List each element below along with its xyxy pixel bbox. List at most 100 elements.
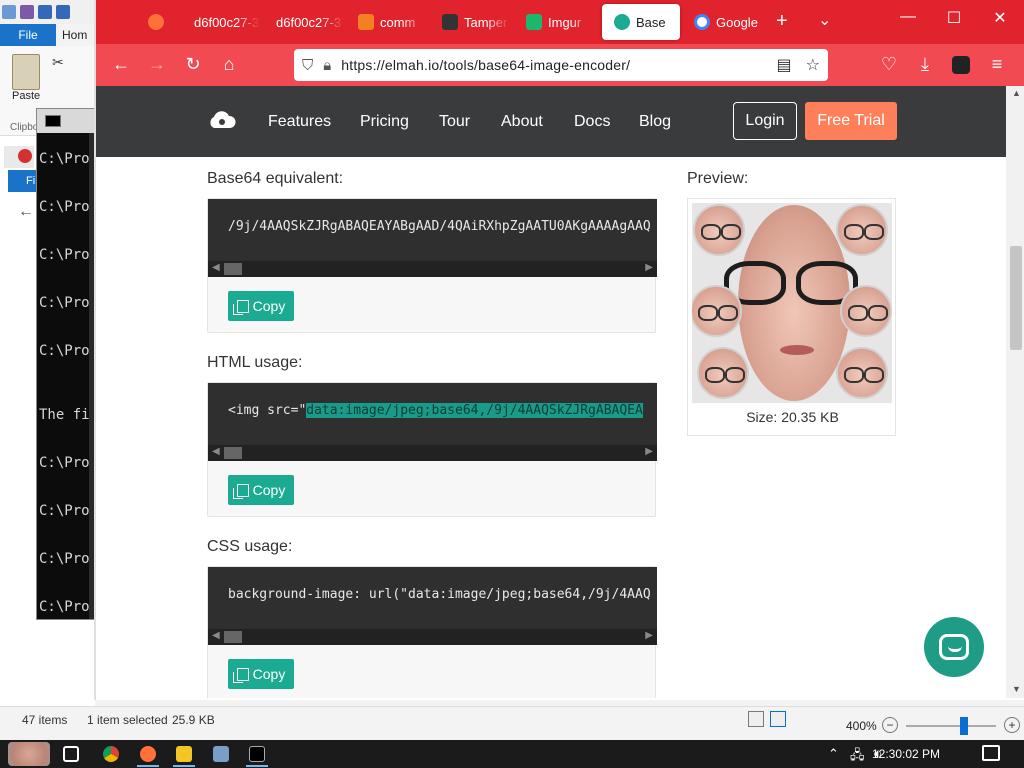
horizontal-scrollbar[interactable]: ◀ ▶ bbox=[208, 629, 657, 645]
elmah-logo-icon[interactable] bbox=[206, 108, 236, 132]
copy-html-button[interactable]: Copy bbox=[228, 475, 294, 505]
clipboard-group-label: Clipbo bbox=[10, 122, 39, 133]
ribbon-file-tab[interactable]: File bbox=[0, 24, 56, 46]
html-usage-card: <img src="data:image/jpeg;base64,/9j/4AA… bbox=[207, 382, 657, 517]
bookmark-star-icon[interactable]: ☆ bbox=[806, 55, 820, 75]
scroll-left-icon[interactable]: ◀ bbox=[212, 630, 220, 641]
scroll-up-icon[interactable]: ▲ bbox=[1012, 88, 1021, 98]
tab-firefox[interactable] bbox=[136, 4, 174, 40]
selected-text[interactable]: data:image/jpeg;base64,/9j/4AAQSkZJRgABA… bbox=[306, 403, 643, 418]
zoom-slider-thumb[interactable] bbox=[960, 717, 968, 735]
chrome-icon[interactable] bbox=[100, 744, 122, 764]
taskbar: ⌃ 🖧︎ 🔉︎ 12:30:02 PM bbox=[0, 740, 1024, 768]
url-bar[interactable]: ⛉ 🔒︎ https://elmah.io/tools/base64-image… bbox=[294, 49, 828, 81]
reload-icon[interactable]: ↻ bbox=[182, 54, 204, 75]
properties-icon[interactable] bbox=[2, 5, 16, 19]
menu-icon[interactable]: ≡ bbox=[986, 54, 1008, 75]
nav-docs[interactable]: Docs bbox=[574, 113, 610, 131]
scroll-right-icon[interactable]: ▶ bbox=[645, 446, 653, 457]
chat-widget-button[interactable] bbox=[924, 617, 984, 677]
free-trial-button[interactable]: Free Trial bbox=[805, 102, 897, 140]
close-window-icon[interactable]: ✕ bbox=[988, 8, 1012, 28]
firefox-icon[interactable] bbox=[137, 744, 159, 764]
login-button[interactable]: Login bbox=[733, 102, 797, 140]
notification-icon[interactable] bbox=[982, 745, 1000, 761]
lock-icon[interactable]: 🔒︎ bbox=[323, 57, 331, 74]
reader-view-icon[interactable]: ▤ bbox=[777, 55, 792, 75]
scroll-thumb[interactable] bbox=[1010, 246, 1022, 350]
horizontal-scrollbar[interactable]: ◀ ▶ bbox=[208, 445, 657, 461]
new-tab-icon[interactable]: + bbox=[776, 10, 788, 33]
firefox-window: d6f00c27-3 d6f00c27-3 comm Tamper Imgur … bbox=[94, 0, 1024, 700]
url-text[interactable]: https://elmah.io/tools/base64-image-enco… bbox=[341, 57, 630, 73]
network-icon[interactable]: 🖧︎ bbox=[850, 746, 865, 768]
html-code[interactable]: <img src="data:image/jpeg;base64,/9j/4AA… bbox=[228, 403, 643, 418]
pocket-icon[interactable]: ♡ bbox=[878, 54, 900, 75]
horizontal-scrollbar[interactable]: ◀ ▶ bbox=[208, 261, 657, 277]
tampermonkey-icon bbox=[442, 14, 458, 30]
scroll-left-icon[interactable]: ◀ bbox=[212, 262, 220, 273]
zoom-in-icon[interactable]: + bbox=[1004, 717, 1020, 733]
tray-chevron-icon[interactable]: ⌃ bbox=[828, 746, 839, 762]
minimize-icon[interactable]: — bbox=[896, 8, 920, 26]
tab-label: Tamper bbox=[464, 14, 508, 30]
save-icon[interactable] bbox=[20, 5, 34, 19]
nav-tour[interactable]: Tour bbox=[439, 113, 470, 131]
copy-base64-button[interactable]: Copy bbox=[228, 291, 294, 321]
tab-d6f00c27-1[interactable]: d6f00c27-3 bbox=[182, 4, 260, 40]
task-view-icon[interactable] bbox=[60, 744, 82, 764]
scroll-thumb[interactable] bbox=[224, 447, 242, 459]
nav-features[interactable]: Features bbox=[268, 113, 331, 131]
copy-css-button[interactable]: Copy bbox=[228, 659, 294, 689]
user-thumbnail[interactable] bbox=[8, 742, 50, 766]
scroll-right-icon[interactable]: ▶ bbox=[645, 630, 653, 641]
paste-icon[interactable] bbox=[12, 54, 40, 90]
undo-icon[interactable] bbox=[38, 5, 52, 19]
clock[interactable]: 12:30:02 PM bbox=[872, 747, 940, 761]
zoom-slider[interactable] bbox=[906, 725, 996, 727]
shield-icon[interactable]: ⛉ bbox=[302, 57, 313, 74]
command-prompt-window[interactable]: C:\Prog C:\Prog C:\Prog C:\Prog C:\Prog … bbox=[36, 108, 98, 620]
extension-icon[interactable] bbox=[952, 56, 970, 74]
nav-about[interactable]: About bbox=[501, 113, 543, 131]
forward-icon[interactable]: → bbox=[146, 54, 168, 75]
scroll-thumb[interactable] bbox=[224, 263, 242, 275]
scroll-right-icon[interactable]: ▶ bbox=[645, 262, 653, 273]
tab-tamper[interactable]: Tamper bbox=[430, 4, 510, 40]
css-code-box[interactable]: background-image: url("data:image/jpeg;b… bbox=[208, 567, 657, 645]
page-scrollbar[interactable]: ▲ ▼ bbox=[1006, 86, 1024, 698]
back-arrow-icon[interactable]: ← bbox=[18, 203, 34, 221]
file-explorer-icon[interactable] bbox=[173, 744, 195, 764]
details-view-icon[interactable] bbox=[748, 711, 764, 727]
redo-icon[interactable] bbox=[56, 5, 70, 19]
large-icons-view-icon[interactable] bbox=[770, 711, 786, 727]
ribbon-home-tab[interactable]: Hom bbox=[62, 24, 87, 46]
cut-icon[interactable]: ✂ bbox=[52, 54, 64, 71]
tab-d6f00c27-2[interactable]: d6f00c27-3 bbox=[264, 4, 344, 40]
nav-blog[interactable]: Blog bbox=[639, 113, 671, 131]
scroll-left-icon[interactable]: ◀ bbox=[212, 446, 220, 457]
html-code-box[interactable]: <img src="data:image/jpeg;base64,/9j/4AA… bbox=[208, 383, 657, 461]
preview-card: Size: 20.35 KB bbox=[687, 198, 896, 436]
scroll-thumb[interactable] bbox=[224, 631, 242, 643]
tab-imgur[interactable]: Imgur bbox=[514, 4, 594, 40]
tab-google[interactable]: Google bbox=[682, 4, 766, 40]
scroll-down-icon[interactable]: ▼ bbox=[1012, 684, 1021, 694]
base64-code[interactable]: /9j/4AAQSkZJRgABAQEAYABgAAD/4QAiRXhpZgAA… bbox=[228, 219, 651, 234]
settings-app-icon[interactable] bbox=[210, 744, 232, 764]
maximize-icon[interactable]: ☐ bbox=[942, 8, 966, 28]
tab-base64[interactable]: Base ✕ bbox=[602, 4, 680, 40]
back-icon[interactable]: ← bbox=[110, 54, 132, 75]
zoom-out-icon[interactable]: − bbox=[882, 717, 898, 733]
cmd-title-bar[interactable] bbox=[37, 109, 97, 133]
list-tabs-icon[interactable]: ⌄ bbox=[818, 10, 831, 30]
paste-label[interactable]: Paste bbox=[12, 90, 40, 102]
base64-code-box[interactable]: /9j/4AAQSkZJRgABAQEAYABgAAD/4QAiRXhpZgAA… bbox=[208, 199, 657, 277]
nav-pricing[interactable]: Pricing bbox=[360, 113, 409, 131]
home-icon[interactable]: ⌂ bbox=[218, 54, 240, 75]
downloads-icon[interactable]: ⤓ bbox=[914, 54, 936, 75]
tab-comm[interactable]: comm bbox=[346, 4, 426, 40]
cmd-icon[interactable] bbox=[246, 744, 268, 764]
firefox-icon bbox=[148, 14, 164, 30]
css-code[interactable]: background-image: url("data:image/jpeg;b… bbox=[228, 587, 651, 602]
